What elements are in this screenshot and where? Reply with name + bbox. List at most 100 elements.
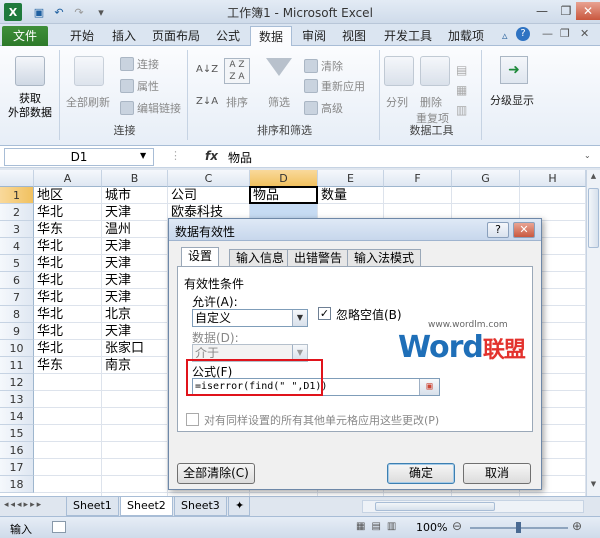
sheet-tab-1[interactable]: Sheet1 [66,497,119,516]
workbook-restore-icon[interactable]: ❐ [560,27,570,40]
help-icon[interactable]: ? [516,27,530,41]
zoom-level[interactable]: 100% [416,521,447,534]
cell-e1[interactable]: 数量 [318,187,384,204]
ignore-blank-label[interactable]: 忽略空值(B) [336,306,402,323]
cell-a1[interactable]: 地区 [34,187,102,204]
scroll-down-icon[interactable]: ▼ [588,480,599,492]
row-header-11[interactable]: 11 [0,357,34,374]
horizontal-scroll-thumb[interactable] [375,502,495,511]
cell-b10[interactable]: 张家口 [102,340,168,357]
ribbon-collapse-icon[interactable]: ▵ [502,29,508,42]
cell-a2[interactable]: 华北 [34,204,102,221]
cell-a4[interactable]: 华北 [34,238,102,255]
cell-a8[interactable]: 华北 [34,306,102,323]
apply-all-checkbox[interactable] [186,413,199,426]
data-validation-icons[interactable]: ▤ ▦ ▥ [456,60,467,120]
row-header-5[interactable]: 5 [0,255,34,272]
column-header-c[interactable]: C [168,170,250,187]
sheet-nav-icons[interactable]: ◂◂◂▸▸▸ [4,500,43,510]
cell-b7[interactable]: 天津 [102,289,168,306]
workbook-minimize-icon[interactable]: — [542,27,553,40]
row-header-6[interactable]: 6 [0,272,34,289]
cell-a6[interactable]: 华北 [34,272,102,289]
tab-input-message[interactable]: 输入信息 [229,249,292,267]
text-to-columns-button[interactable]: 分列 [386,94,408,110]
cell-a3[interactable]: 华东 [34,221,102,238]
cell-a7[interactable]: 华北 [34,289,102,306]
zoom-slider-thumb[interactable] [516,522,521,533]
row-header-10[interactable]: 10 [0,340,34,357]
ignore-blank-checkbox[interactable]: ✓ [318,307,331,320]
row-header-15[interactable]: 15 [0,425,34,442]
row-header-2[interactable]: 2 [0,204,34,221]
connections-button[interactable]: 连接 [120,56,159,72]
get-external-label-2[interactable]: 外部数据 [0,104,60,120]
row-header-9[interactable]: 9 [0,323,34,340]
scroll-up-icon[interactable]: ▲ [588,172,599,184]
remove-duplicates-label-1[interactable]: 删除 [420,94,442,110]
row-header-18[interactable]: 18 [0,476,34,493]
clear-all-button[interactable]: 全部清除(C) [177,463,255,484]
dialog-close-button[interactable]: ✕ [513,222,535,238]
row-header-16[interactable]: 16 [0,442,34,459]
sort-az-icon[interactable]: A↓Z [196,64,218,75]
cell-c1[interactable]: 公司 [168,187,250,204]
tab-ime-mode[interactable]: 输入法模式 [347,249,422,267]
row-header-12[interactable]: 12 [0,374,34,391]
restore-icon[interactable]: ❐ [554,2,578,20]
row-header-7[interactable]: 7 [0,289,34,306]
column-header-h[interactable]: H [520,170,586,187]
column-header-g[interactable]: G [452,170,520,187]
outline-button[interactable]: 分级显示 [490,92,534,108]
sort-za-icon[interactable]: Z↓A [196,96,218,107]
cell-b11[interactable]: 南京 [102,357,168,374]
advanced-filter-button[interactable]: 高级 [304,100,343,116]
macro-record-icon[interactable] [52,521,66,533]
name-box[interactable]: D1 [4,148,154,166]
cell-b5[interactable]: 天津 [102,255,168,272]
chevron-down-icon[interactable]: ▼ [292,310,307,326]
tab-formulas[interactable]: 公式 [208,26,248,46]
zoom-out-icon[interactable]: ⊖ [452,519,462,533]
name-box-dropdown-icon[interactable]: ▼ [140,151,146,160]
row-header-4[interactable]: 4 [0,238,34,255]
column-header-b[interactable]: B [102,170,168,187]
row-header-1[interactable]: 1 [0,187,34,204]
cell-b8[interactable]: 北京 [102,306,168,323]
ok-button[interactable]: 确定 [387,463,455,484]
expand-formula-bar-icon[interactable]: ⌄ [584,151,591,160]
vertical-scrollbar[interactable]: ▲ ▼ [586,170,600,496]
workbook-close-icon[interactable]: ✕ [580,27,589,40]
column-header-d[interactable]: D [250,170,318,187]
cell-b6[interactable]: 天津 [102,272,168,289]
row-header-13[interactable]: 13 [0,391,34,408]
edit-links-button[interactable]: 编辑链接 [120,100,181,116]
tab-home[interactable]: 开始 [62,26,102,46]
zoom-in-icon[interactable]: ⊕ [572,519,582,533]
close-icon[interactable]: ✕ [576,2,600,20]
cell-a10[interactable]: 华北 [34,340,102,357]
tab-review[interactable]: 审阅 [294,26,334,46]
view-buttons-icons[interactable]: ▦▤▥ [356,521,402,532]
allow-select[interactable]: 自定义 ▼ [192,309,308,327]
cell-b3[interactable]: 温州 [102,221,168,238]
insert-sheet-icon[interactable]: ✦ [228,497,250,516]
tab-view[interactable]: 视图 [334,26,374,46]
tab-developer[interactable]: 开发工具 [376,26,440,46]
row-header-8[interactable]: 8 [0,306,34,323]
row-header-17[interactable]: 17 [0,459,34,476]
column-header-a[interactable]: A [34,170,102,187]
tab-error-alert[interactable]: 出错警告 [287,249,350,267]
select-all-corner[interactable] [0,170,34,187]
cell-a11[interactable]: 华东 [34,357,102,374]
row-header-3[interactable]: 3 [0,221,34,238]
cell-b2[interactable]: 天津 [102,204,168,221]
tab-settings[interactable]: 设置 [181,247,220,267]
row-header-14[interactable]: 14 [0,408,34,425]
cancel-button[interactable]: 取消 [463,463,531,484]
tab-data[interactable]: 数据 [250,26,293,48]
sort-button[interactable]: 排序 [226,94,248,110]
clear-filter-button[interactable]: 清除 [304,58,343,74]
sheet-tab-2[interactable]: Sheet2 [120,497,173,516]
sheet-tab-3[interactable]: Sheet3 [174,497,227,516]
